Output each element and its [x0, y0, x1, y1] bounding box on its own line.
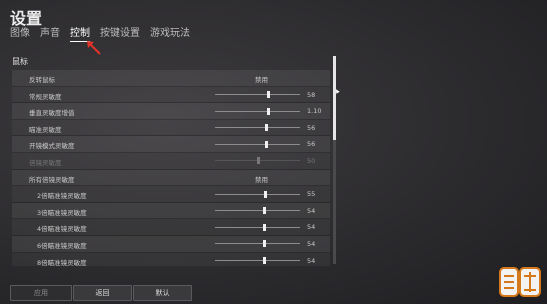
slider-value: 54: [307, 239, 316, 248]
slider-track[interactable]: [215, 107, 300, 115]
slider-track: [215, 157, 300, 165]
site-logo-icon: [499, 267, 541, 297]
slider-value: 54: [307, 206, 316, 215]
setting-label: 3倍瞄准镜灵敏度: [37, 208, 87, 217]
setting-label: 8倍瞄准镜灵敏度: [37, 258, 87, 266]
slider-track[interactable]: [215, 190, 300, 198]
setting-row: 倍镜灵敏度 50: [12, 153, 330, 170]
settings-list: 反转鼠标 禁用 常规灵敏度 58 垂直灵敏度增值 1.10 瞄准灵敏度 56 开镜模式灵敏度 56…: [12, 70, 330, 266]
slider-value: 50: [307, 156, 316, 165]
slider-thumb[interactable]: [265, 140, 268, 148]
setting-label: 6倍瞄准镜灵敏度: [37, 241, 87, 250]
slider-value: 56: [307, 140, 316, 149]
tab-keybindings[interactable]: 按键设置: [100, 27, 140, 42]
setting-label: 反转鼠标: [29, 76, 55, 84]
back-button[interactable]: 返回: [73, 285, 132, 301]
slider-track[interactable]: [215, 240, 300, 248]
slider-track[interactable]: [215, 257, 300, 265]
scrollbar[interactable]: [333, 56, 336, 264]
setting-row[interactable]: 常规灵敏度 58: [12, 87, 330, 104]
setting-row[interactable]: 6倍瞄准镜灵敏度 54: [12, 236, 330, 253]
setting-label: 2倍瞄准镜灵敏度: [37, 192, 87, 201]
slider-value: 56: [307, 123, 316, 132]
apply-button[interactable]: 应用: [10, 285, 72, 301]
setting-row[interactable]: 4倍瞄准镜灵敏度 54: [12, 219, 330, 236]
slider-value: 1.10: [307, 107, 322, 116]
setting-label: 瞄准灵敏度: [29, 125, 62, 134]
tab-graphics[interactable]: 图像: [10, 27, 30, 42]
setting-row[interactable]: 所有倍镜灵敏度 禁用: [12, 170, 330, 187]
setting-label: 4倍瞄准镜灵敏度: [37, 225, 87, 234]
slider-thumb[interactable]: [266, 91, 270, 99]
slider-value: 55: [307, 190, 316, 199]
setting-label: 所有倍镜灵敏度: [29, 175, 75, 184]
slider-track[interactable]: [215, 124, 300, 132]
setting-label: 常规灵敏度: [29, 92, 62, 101]
setting-label: 倍镜灵敏度: [29, 158, 62, 167]
slider-thumb: [256, 157, 260, 165]
toggle-value[interactable]: 禁用: [255, 74, 268, 84]
slider-thumb[interactable]: [263, 207, 267, 215]
slider-track[interactable]: [215, 91, 300, 99]
section-title: 鼠标: [12, 57, 28, 66]
scrollbar-thumb[interactable]: [333, 56, 336, 140]
slider-track[interactable]: [215, 223, 300, 231]
setting-row[interactable]: 开镜模式灵敏度 56: [12, 136, 330, 153]
footer-bar: 应用 返回 默认: [0, 282, 547, 304]
toggle-value[interactable]: 禁用: [255, 174, 268, 184]
slider-thumb[interactable]: [263, 223, 267, 231]
slider-thumb[interactable]: [264, 190, 268, 198]
setting-row[interactable]: 2倍瞄准镜灵敏度 55: [12, 186, 330, 203]
slider-value: 54: [307, 223, 316, 232]
setting-row[interactable]: 瞄准灵敏度 56: [12, 120, 330, 137]
setting-label: 垂直灵敏度增值: [29, 109, 75, 118]
slider-thumb[interactable]: [265, 124, 268, 132]
setting-row[interactable]: 反转鼠标 禁用: [12, 70, 330, 87]
mouse-cursor-icon: [334, 88, 340, 94]
slider-thumb[interactable]: [263, 257, 267, 265]
setting-row[interactable]: 8倍瞄准镜灵敏度 54: [12, 253, 330, 266]
setting-label: 开镜模式灵敏度: [29, 142, 75, 151]
slider-thumb[interactable]: [263, 240, 267, 248]
slider-thumb[interactable]: [266, 107, 270, 115]
slider-track[interactable]: [215, 140, 300, 148]
setting-row[interactable]: 3倍瞄准镜灵敏度 54: [12, 203, 330, 220]
slider-value: 54: [307, 256, 316, 265]
slider-value: 58: [307, 90, 316, 99]
tab-gameplay[interactable]: 游戏玩法: [150, 27, 190, 42]
page-title: 设置: [10, 9, 43, 28]
reset-button[interactable]: 默认: [133, 285, 192, 301]
settings-tabs: 图像 声音 控制 按键设置 游戏玩法: [10, 27, 200, 42]
red-arrow-icon: [87, 41, 101, 55]
setting-row[interactable]: 垂直灵敏度增值 1.10: [12, 103, 330, 120]
tab-sound[interactable]: 声音: [40, 27, 60, 42]
slider-track[interactable]: [215, 207, 300, 215]
